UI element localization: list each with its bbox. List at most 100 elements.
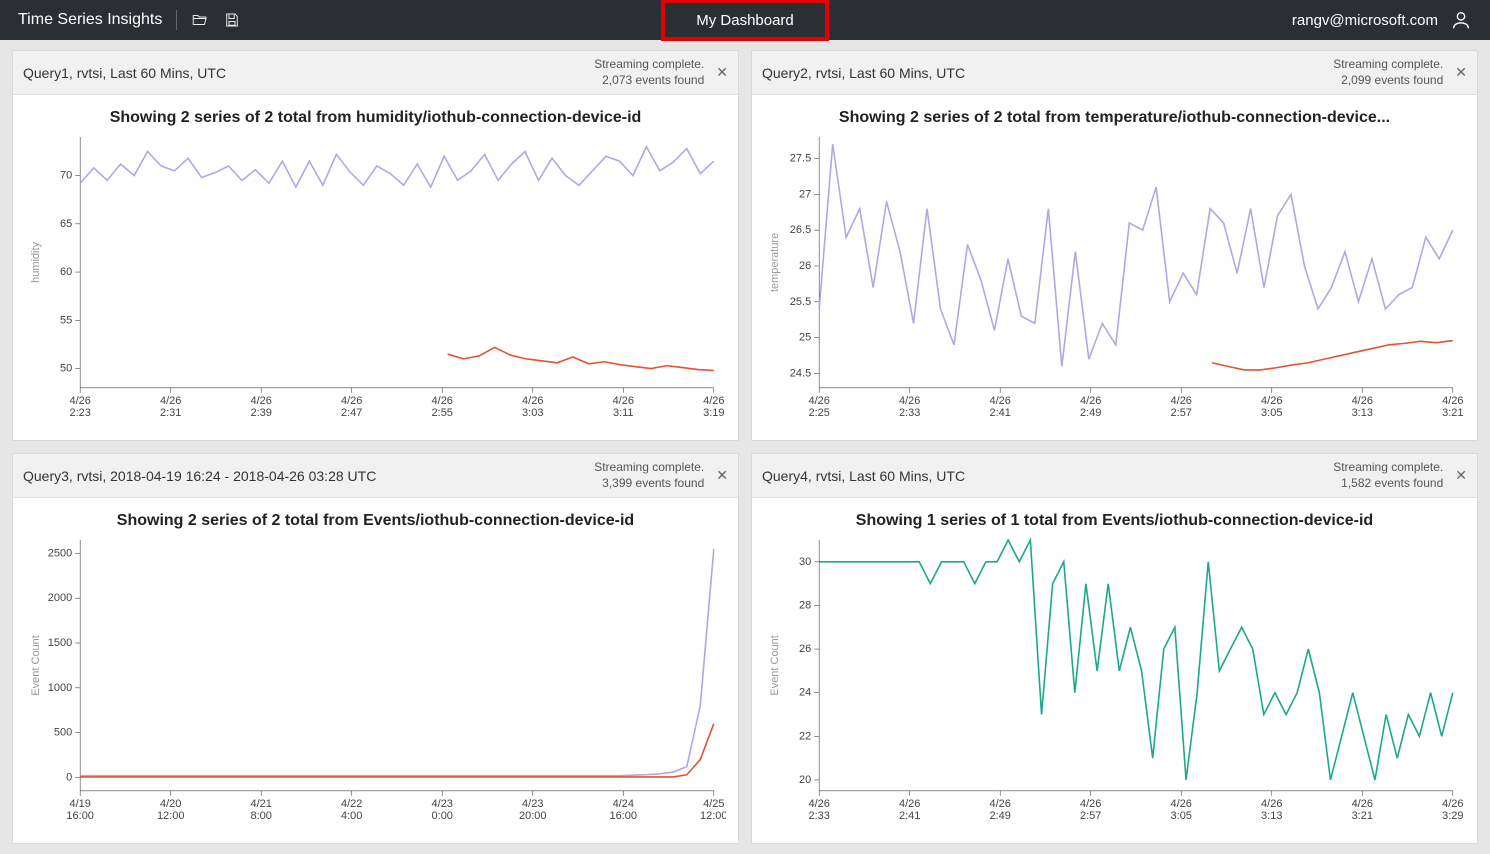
user-menu[interactable]: rangv@microsoft.com [1292,9,1472,31]
chart-title: Showing 2 series of 2 total from humidit… [25,109,726,127]
panel-query2: Query2, rvtsi, Last 60 Mins, UTC Streami… [751,50,1478,441]
panel-header: Query3, rvtsi, 2018-04-19 16:24 - 2018-0… [13,454,738,498]
svg-text:2:55: 2:55 [432,407,453,419]
save-icon[interactable] [223,11,241,29]
dashboard-name[interactable]: My Dashboard [696,12,794,29]
svg-text:4/26: 4/26 [808,395,829,407]
svg-text:4/21: 4/21 [251,798,272,810]
svg-text:50: 50 [60,363,72,375]
status-line1: Streaming complete. [1333,57,1443,73]
svg-text:4/26: 4/26 [1442,395,1463,407]
svg-text:0:00: 0:00 [432,810,453,822]
close-icon[interactable]: ✕ [716,64,728,81]
svg-text:4/22: 4/22 [341,798,362,810]
status-line2: 1,582 events found [1333,476,1443,492]
query-label: Query3, rvtsi, 2018-04-19 16:24 - 2018-0… [23,468,594,484]
svg-text:4/26: 4/26 [1171,798,1192,810]
svg-text:16:00: 16:00 [66,810,93,822]
svg-text:3:29: 3:29 [1442,810,1463,822]
svg-text:4/26: 4/26 [808,798,829,810]
svg-text:2:39: 2:39 [251,407,272,419]
svg-text:3:13: 3:13 [1261,810,1282,822]
svg-text:4/19: 4/19 [69,798,90,810]
svg-text:28: 28 [799,600,811,612]
svg-text:26.5: 26.5 [790,224,811,236]
svg-text:1000: 1000 [48,682,72,694]
svg-text:2:57: 2:57 [1171,407,1192,419]
chart-q2[interactable]: 24.52525.52626.52727.54/262:254/262:334/… [764,131,1465,426]
panel-header: Query1, rvtsi, Last 60 Mins, UTC Streami… [13,51,738,95]
query-label: Query4, rvtsi, Last 60 Mins, UTC [762,468,1333,484]
chart-q1[interactable]: 50556065704/262:234/262:314/262:394/262:… [25,131,726,426]
svg-text:4/26: 4/26 [703,395,724,407]
svg-text:4/26: 4/26 [1080,798,1101,810]
svg-text:65: 65 [60,218,72,230]
close-icon[interactable]: ✕ [1455,467,1467,484]
panel-body: Showing 2 series of 2 total from Events/… [13,498,738,843]
svg-text:4/26: 4/26 [160,395,181,407]
app-title: Time Series Insights [18,11,162,29]
svg-text:3:03: 3:03 [522,407,543,419]
svg-text:4/26: 4/26 [1352,395,1373,407]
svg-text:3:05: 3:05 [1261,407,1282,419]
status-block: Streaming complete. 2,099 events found [1333,57,1443,88]
svg-text:4/25: 4/25 [703,798,724,810]
svg-text:2:31: 2:31 [160,407,181,419]
svg-text:3:21: 3:21 [1442,407,1463,419]
svg-text:4/26: 4/26 [251,395,272,407]
svg-text:12:00: 12:00 [700,810,726,822]
svg-text:26: 26 [799,260,811,272]
svg-text:24: 24 [799,687,811,699]
chart-q4[interactable]: 2022242628304/262:334/262:414/262:494/26… [764,534,1465,829]
panel-body: Showing 2 series of 2 total from tempera… [752,95,1477,440]
panel-query3: Query3, rvtsi, 2018-04-19 16:24 - 2018-0… [12,453,739,844]
status-line2: 2,099 events found [1333,73,1443,89]
svg-text:2:41: 2:41 [899,810,920,822]
close-icon[interactable]: ✕ [716,467,728,484]
status-line1: Streaming complete. [594,57,704,73]
close-icon[interactable]: ✕ [1455,64,1467,81]
svg-text:3:11: 3:11 [613,407,634,419]
svg-text:4/26: 4/26 [522,395,543,407]
query-label: Query1, rvtsi, Last 60 Mins, UTC [23,65,594,81]
folder-open-icon[interactable] [191,11,209,29]
svg-text:22: 22 [799,730,811,742]
panel-header: Query2, rvtsi, Last 60 Mins, UTC Streami… [752,51,1477,95]
svg-text:4/20: 4/20 [160,798,181,810]
chart-title: Showing 1 series of 1 total from Events/… [764,512,1465,530]
dashboard-grid: Query1, rvtsi, Last 60 Mins, UTC Streami… [0,40,1490,854]
query-label: Query2, rvtsi, Last 60 Mins, UTC [762,65,1333,81]
svg-text:3:21: 3:21 [1352,810,1373,822]
svg-text:25: 25 [799,332,811,344]
svg-text:24.5: 24.5 [790,368,811,380]
divider [176,10,177,30]
svg-text:1500: 1500 [48,637,72,649]
svg-text:4/26: 4/26 [1261,798,1282,810]
svg-text:Event Count: Event Count [30,635,42,695]
user-email: rangv@microsoft.com [1292,12,1438,29]
chart-q3[interactable]: 050010001500200025004/1916:004/2012:004/… [25,534,726,829]
status-block: Streaming complete. 1,582 events found [1333,460,1443,491]
svg-text:20: 20 [799,774,811,786]
svg-text:4/26: 4/26 [69,395,90,407]
svg-text:30: 30 [799,556,811,568]
svg-text:26: 26 [799,643,811,655]
svg-text:4/26: 4/26 [432,395,453,407]
svg-text:4/26: 4/26 [990,798,1011,810]
svg-text:4/24: 4/24 [613,798,634,810]
svg-text:4/26: 4/26 [613,395,634,407]
top-bar: Time Series Insights My Dashboard rangv@… [0,0,1490,40]
svg-text:2:47: 2:47 [341,407,362,419]
svg-text:temperature: temperature [769,233,781,292]
svg-text:2500: 2500 [48,548,72,560]
panel-query4: Query4, rvtsi, Last 60 Mins, UTC Streami… [751,453,1478,844]
svg-text:4/23: 4/23 [522,798,543,810]
panel-body: Showing 2 series of 2 total from humidit… [13,95,738,440]
svg-text:3:13: 3:13 [1352,407,1373,419]
svg-text:4/26: 4/26 [341,395,362,407]
svg-text:8:00: 8:00 [251,810,272,822]
chart-title: Showing 2 series of 2 total from Events/… [25,512,726,530]
svg-text:55: 55 [60,314,72,326]
svg-text:4:00: 4:00 [341,810,362,822]
svg-text:2:33: 2:33 [808,810,829,822]
